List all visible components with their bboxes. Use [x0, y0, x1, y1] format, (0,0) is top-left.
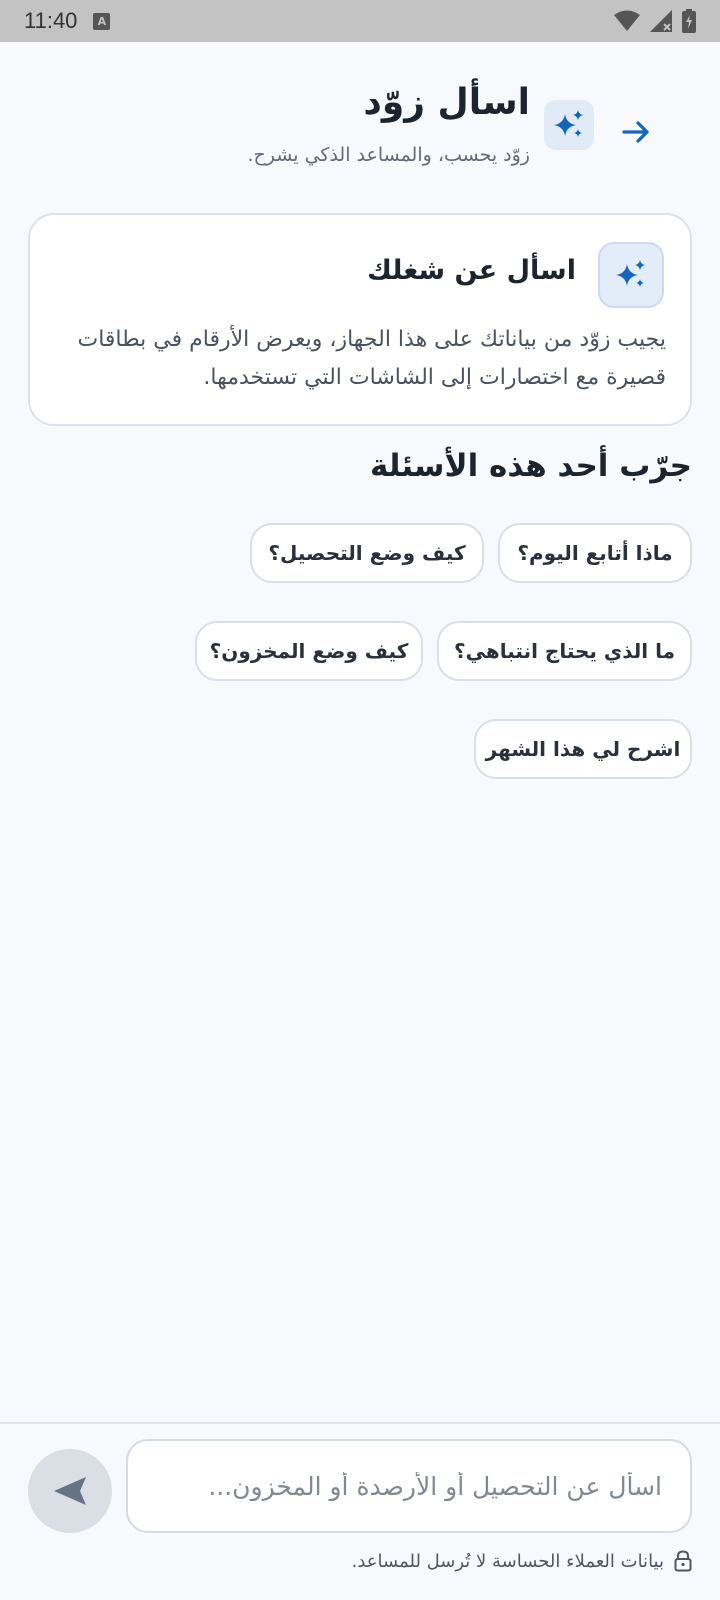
lock-icon [674, 1550, 692, 1572]
wifi-icon [614, 10, 640, 31]
composer-divider [0, 1422, 720, 1424]
card-body: يجيب زوّد من بياناتك على هذا الجهاز، ويع… [77, 327, 667, 390]
sparkles-icon [554, 110, 583, 137]
status-bar: 11:40 A [0, 0, 720, 42]
message-input-wrapper[interactable] [126, 1439, 692, 1533]
privacy-note-text: بيانات العملاء الحساسة لا تُرسل للمساعد. [351, 1550, 664, 1572]
send-icon [54, 1477, 86, 1505]
suggestion-chip[interactable]: ماذا أتابع اليوم؟ [498, 523, 692, 583]
battery-icon [682, 9, 696, 33]
suggestions-title: جرّب أحد هذه الأسئلة [369, 448, 692, 484]
page-subtitle: زوّد يحسب، والمساعد الذكي يشرح. [247, 144, 531, 166]
status-time: 11:40 [24, 8, 78, 33]
a-icon: A [93, 12, 111, 30]
signal-icon [650, 10, 672, 32]
page-title: اسأل زوّد [363, 82, 530, 123]
card-title: اسأل عن شغلك [367, 255, 576, 286]
card-badge [598, 242, 664, 308]
header-badge [544, 100, 594, 150]
suggestion-chip[interactable]: اشرح لي هذا الشهر [474, 719, 692, 779]
arrow-right-icon [622, 121, 649, 143]
suggestion-chip[interactable]: ما الذي يحتاج انتباهي؟ [437, 621, 692, 681]
info-card: اسأل عن شغلك يجيب زوّد من بياناتك على هذ… [28, 213, 692, 426]
suggestion-chip[interactable]: كيف وضع التحصيل؟ [250, 523, 484, 583]
message-input[interactable] [128, 1441, 690, 1531]
sparkles-icon [616, 260, 645, 287]
send-button[interactable] [28, 1449, 112, 1533]
privacy-note: بيانات العملاء الحساسة لا تُرسل للمساعد. [352, 1550, 692, 1572]
suggestion-chip[interactable]: كيف وضع المخزون؟ [195, 621, 423, 681]
back-button[interactable] [612, 108, 660, 156]
page-header: اسأل زوّد زوّد يحسب، والمساعد الذكي يشرح… [0, 80, 720, 190]
